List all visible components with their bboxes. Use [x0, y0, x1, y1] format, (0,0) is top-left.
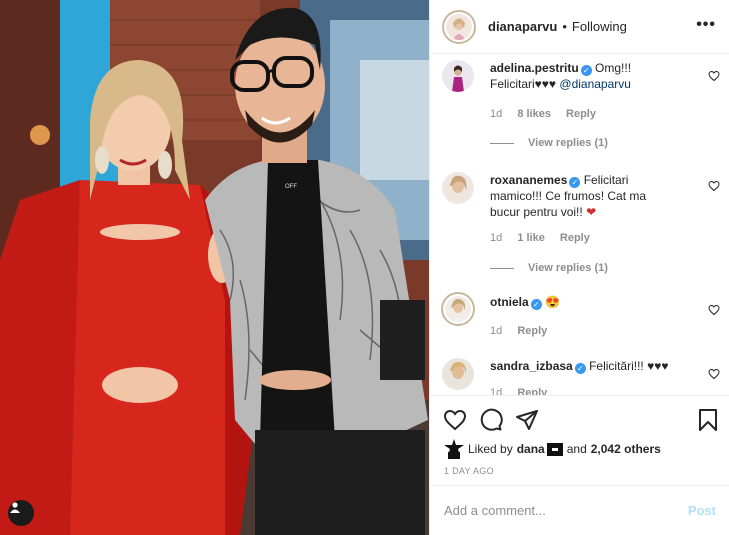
comment-text: sandra_izbasa ✓ Felicitări!!! ♥♥♥ — [490, 358, 690, 374]
comment-meta: 1d Reply — [490, 387, 559, 395]
comment-meta: 1d 1 like Reply — [490, 232, 602, 244]
comment-meta: 1d 8 likes Reply — [490, 108, 608, 120]
comment-meta: 1d Reply — [490, 325, 559, 337]
commenter-username[interactable]: roxananemes — [490, 173, 567, 187]
verified-badge-icon: ✓ — [580, 65, 592, 76]
photo-illustration: OFF — [0, 0, 429, 535]
comment-text: otniela ✓ 😍 — [490, 294, 690, 310]
comment-item: sandra_izbasa ✓ Felicitări!!! ♥♥♥ 1d Repl… — [442, 358, 722, 395]
commenter-username[interactable]: otniela — [490, 295, 529, 309]
comment-reply-button[interactable]: Reply — [566, 108, 596, 120]
liked-by-summary: Liked by dana and 2,042 others — [444, 439, 661, 459]
comment-like-heart-icon[interactable] — [708, 70, 720, 82]
commenter-avatar[interactable] — [442, 358, 474, 390]
post-photo[interactable]: OFF — [0, 0, 429, 535]
red-heart-emoji: ❤ — [586, 205, 597, 219]
comment-like-heart-icon[interactable] — [708, 304, 720, 316]
bookmark-icon[interactable] — [696, 408, 720, 432]
comment-age: 1d — [490, 232, 503, 244]
view-replies-label: View replies (1) — [528, 137, 608, 149]
comment-line-2: Felicitari♥♥♥ — [490, 77, 557, 91]
following-button[interactable]: Following — [572, 19, 627, 34]
instagram-post-modal: OFF dianaparvu • Following ••• adelina.p… — [0, 0, 729, 535]
comment-text: adelina.pestritu ✓ Omg!!! Felicitari♥♥♥ @… — [490, 60, 690, 92]
post-header: dianaparvu • Following ••• — [430, 0, 729, 54]
svg-text:OFF: OFF — [285, 184, 297, 190]
paper-plane-icon[interactable] — [515, 408, 539, 432]
view-replies-button[interactable]: View replies (1) — [490, 137, 608, 149]
comment-age: 1d — [490, 387, 503, 395]
comment-item: roxananemes ✓ Felicitari mamico!!! Ce fru… — [442, 172, 722, 282]
commenter-avatar[interactable] — [442, 172, 474, 204]
comment-line-1: Felicitări!!! ♥♥♥ — [589, 359, 669, 373]
comment-line-2: mamico!!! Ce frumos! Cat ma — [490, 189, 647, 203]
comment-age: 1d — [490, 108, 503, 120]
header-separator: • — [562, 19, 567, 34]
author-avatar[interactable] — [442, 9, 476, 44]
verified-badge-icon: ✓ — [574, 363, 586, 374]
comment-item: otniela ✓ 😍 1d Reply — [441, 292, 722, 344]
replies-line-divider — [490, 267, 514, 269]
likes-count-button[interactable]: 2,042 others — [591, 442, 661, 456]
post-timestamp[interactable]: 1 DAY AGO — [444, 466, 494, 476]
comment-age: 1d — [490, 325, 503, 337]
redacted-block — [546, 442, 563, 456]
comment-like-heart-icon[interactable] — [708, 368, 720, 380]
comment-line-1: Omg!!! — [595, 61, 632, 75]
author-username[interactable]: dianaparvu — [488, 19, 557, 34]
liked-by-username[interactable]: dana — [517, 442, 545, 456]
comment-line-3: bucur pentru voi!! — [490, 205, 583, 219]
comment-reply-button[interactable]: Reply — [517, 387, 547, 395]
comment-item: adelina.pestritu ✓ Omg!!! Felicitari♥♥♥ @… — [442, 60, 722, 160]
comment-like-count[interactable]: 8 likes — [517, 108, 551, 120]
add-comment-input[interactable] — [444, 503, 664, 518]
user-tag-icon — [10, 502, 20, 513]
comments-list[interactable]: adelina.pestritu ✓ Omg!!! Felicitari♥♥♥ @… — [430, 54, 729, 395]
liked-by-and: and — [566, 442, 587, 456]
post-comment-button[interactable]: Post — [688, 503, 716, 518]
more-options-icon[interactable]: ••• — [696, 17, 716, 33]
comment-mention[interactable]: @dianaparvu — [559, 77, 631, 91]
comment-line-1: Felicitari — [583, 173, 629, 187]
verified-badge-icon: ✓ — [569, 177, 581, 188]
comment-reply-button[interactable]: Reply — [517, 325, 547, 337]
commenter-avatar[interactable] — [442, 60, 474, 92]
author-avatar-image — [446, 13, 472, 40]
commenter-avatar[interactable] — [441, 292, 475, 326]
replies-line-divider — [490, 142, 514, 144]
post-side-panel: dianaparvu • Following ••• adelina.pestr — [429, 0, 729, 535]
commenter-username[interactable]: adelina.pestritu — [490, 61, 579, 75]
tagged-users-button[interactable] — [8, 500, 34, 526]
comment-like-count[interactable]: 1 like — [517, 232, 545, 244]
verified-badge-icon: ✓ — [530, 299, 542, 310]
liker-avatar-icon[interactable] — [444, 439, 464, 459]
comment-text: roxananemes ✓ Felicitari mamico!!! Ce fru… — [490, 172, 690, 220]
view-replies-label: View replies (1) — [528, 262, 608, 274]
add-comment-bar: Post — [430, 485, 729, 535]
liked-by-prefix: Liked by — [468, 442, 513, 456]
comment-like-heart-icon[interactable] — [708, 180, 720, 192]
heart-outline-icon[interactable] — [443, 408, 467, 432]
comment-bubble-icon[interactable] — [479, 408, 503, 432]
comment-reply-button[interactable]: Reply — [560, 232, 590, 244]
post-actions: Liked by dana and 2,042 others 1 DAY AGO — [430, 395, 729, 485]
view-replies-button[interactable]: View replies (1) — [490, 262, 608, 274]
commenter-username[interactable]: sandra_izbasa — [490, 359, 573, 373]
heart-eyes-emoji: 😍 — [545, 295, 560, 309]
